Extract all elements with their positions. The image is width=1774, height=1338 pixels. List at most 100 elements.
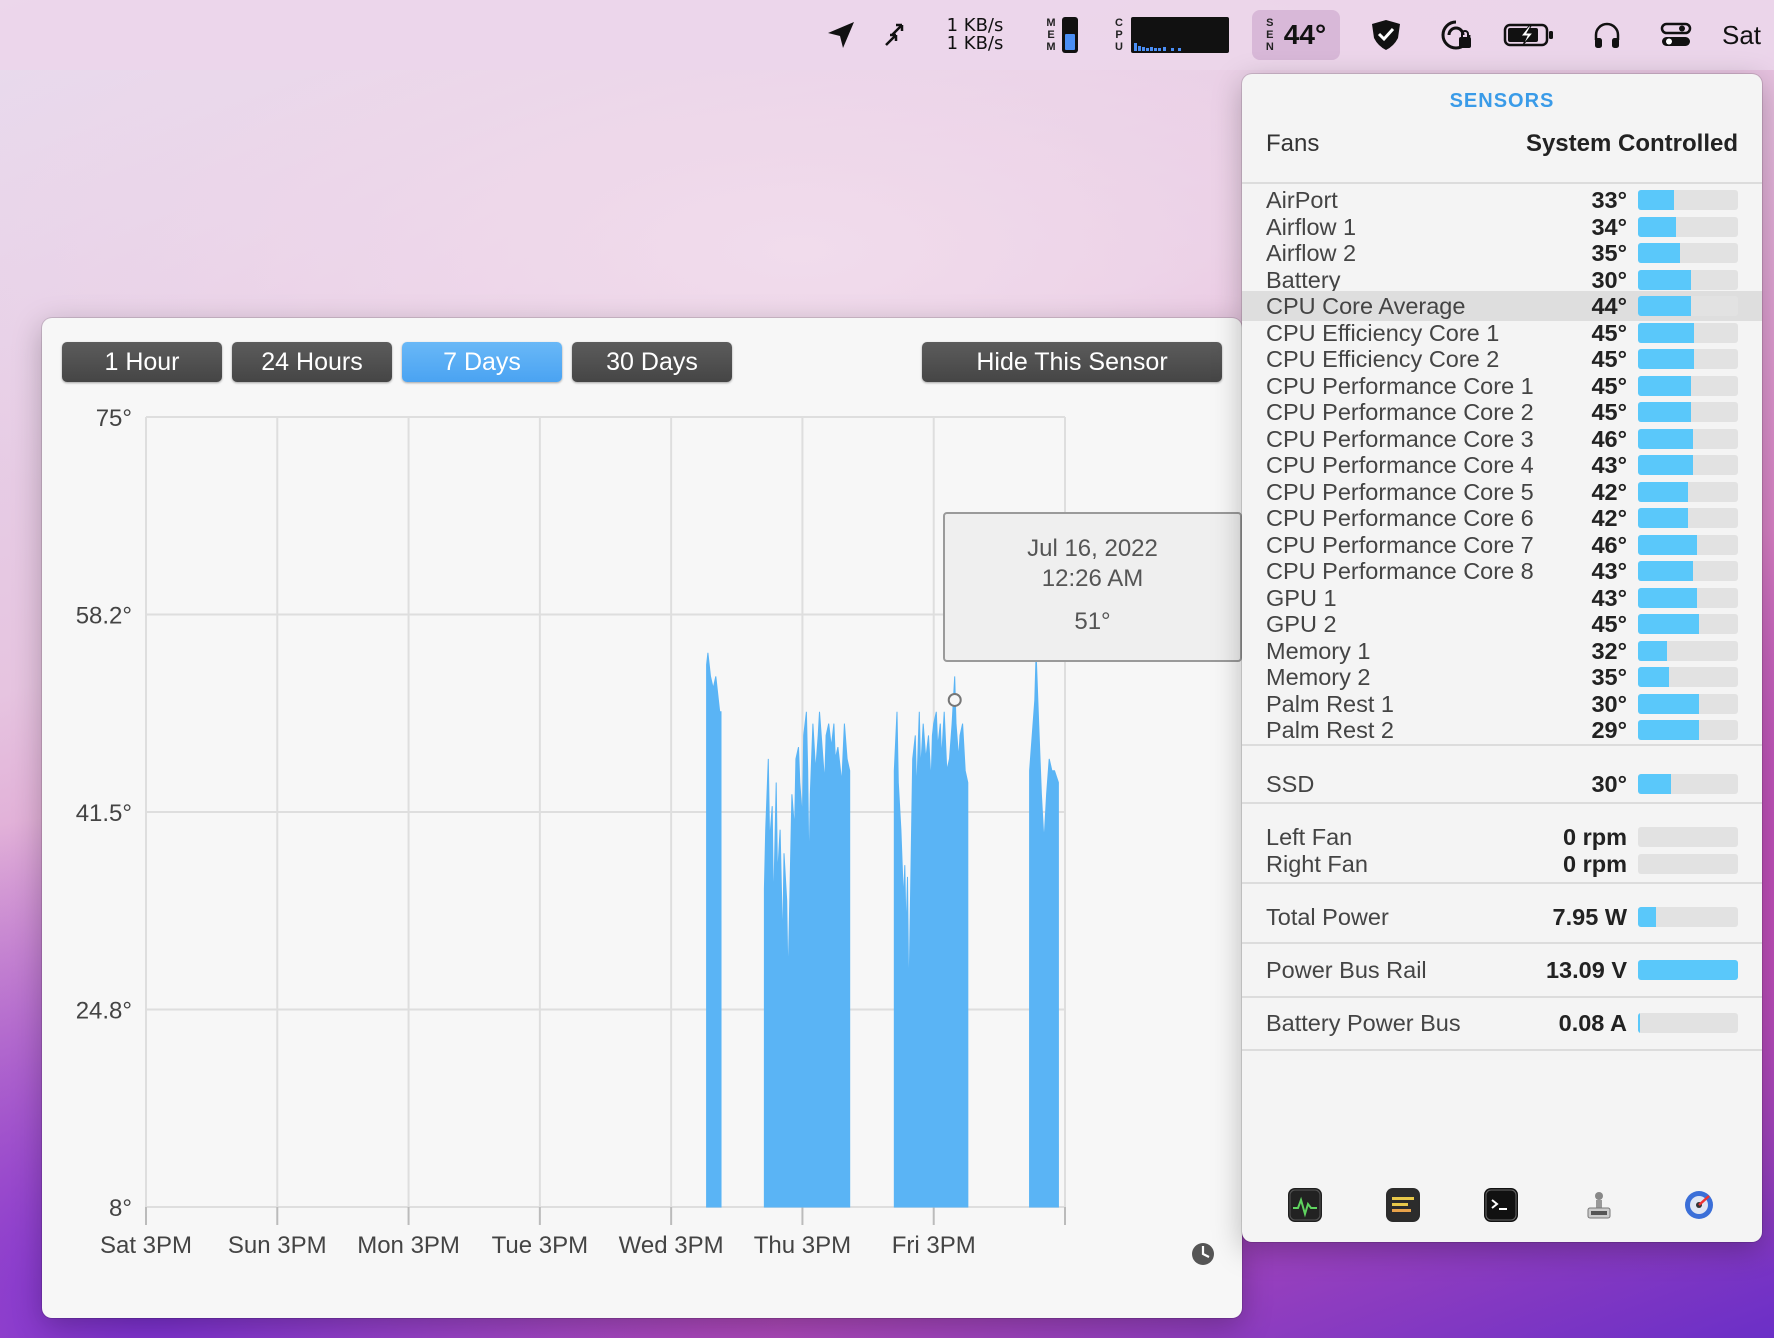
sensor-row[interactable]: CPU Performance Core 7 46° [1242,530,1762,560]
temperature-area-segment [1029,652,1059,1208]
ssd-row[interactable]: SSD 30° [1242,769,1762,799]
cpu-label: CPU [1115,17,1123,53]
headphones-icon[interactable] [1588,0,1626,70]
power-bus-rail-row[interactable]: Power Bus Rail 13.09 V [1242,955,1762,985]
sensor-value: 45° [1591,319,1627,346]
sensor-name: CPU Performance Core 1 [1266,372,1534,399]
sensor-level-bar [1638,481,1738,502]
fan-row[interactable]: Left Fan 0 rpm [1242,822,1762,852]
disk-utility-icon[interactable] [1682,1188,1716,1222]
temperature-chart[interactable]: 75° 58.2° 41.5° 24.8° 8° Sat 3PM Sun 3PM Mon 3P… [42,318,1242,1278]
sensor-temp: 44° [1283,19,1327,50]
sensor-value: 30° [1591,690,1627,717]
sensor-name: CPU Performance Core 6 [1266,505,1534,531]
sensor-row[interactable]: Memory 2 35° [1242,662,1762,692]
shield-check-icon[interactable] [1366,0,1406,70]
sensor-row[interactable]: Battery 30° [1242,265,1762,295]
sensor-level-bar [1638,561,1738,581]
sensor-row[interactable]: CPU Efficiency Core 1 45° [1242,318,1762,348]
sensor-value: 43° [1591,584,1627,611]
sensor-name: GPU 1 [1266,584,1337,611]
sensor-row[interactable]: Airflow 1 34° [1242,212,1762,242]
sync-arrows-icon[interactable] [876,0,912,70]
cpu-indicator[interactable]: CPU [1110,0,1234,70]
sensor-row[interactable]: CPU Performance Core 8 43° [1242,556,1762,586]
console-icon[interactable] [1386,1188,1420,1222]
memory-indicator[interactable]: MEM [1040,0,1084,70]
sensor-row[interactable]: GPU 2 45° [1242,609,1762,639]
sensor-level-bar [1638,216,1738,237]
sensor-name: CPU Efficiency Core 1 [1266,319,1500,346]
sensor-row[interactable]: CPU Performance Core 2 45° [1242,397,1762,427]
x-tick-label: Mon 3PM [357,1232,460,1259]
sensor-value: 43° [1591,558,1627,584]
battery-power-bus-row[interactable]: Battery Power Bus 0.08 A [1242,1008,1762,1038]
fans-mode: System Controlled [1525,130,1738,157]
sensor-value: 42° [1591,505,1627,531]
sensor-level-bar [1638,720,1738,740]
sensor-name: Memory 1 [1266,637,1371,664]
sensor-name: Power Bus Rail [1266,957,1427,983]
sensor-name: AirPort [1266,187,1338,213]
sensor-row[interactable]: AirPort 33° [1242,185,1762,215]
sensor-value: 33° [1591,187,1627,213]
clock-icon[interactable] [1192,1243,1214,1265]
lock-sync-icon[interactable] [1436,0,1476,70]
sensor-name: Battery [1266,266,1341,293]
sensors-menu-button[interactable]: SEN 44° [1244,0,1348,70]
system-information-icon[interactable] [1582,1188,1616,1222]
sensor-value: 45° [1591,611,1627,637]
sensor-row[interactable]: GPU 1 43° [1242,583,1762,613]
x-tick-label: Fri 3PM [892,1232,976,1259]
terminal-icon[interactable] [1484,1188,1518,1222]
sensor-name: Memory 2 [1266,664,1371,690]
fans-mode-row[interactable]: Fans System Controlled [1266,130,1738,158]
network-speed[interactable]: 1 KB/s 1 KB/s [940,0,1010,70]
sensor-row[interactable]: Airflow 2 35° [1242,238,1762,268]
sensor-level-bar [1638,269,1738,290]
location-arrow-icon[interactable] [820,0,862,70]
sensor-level-bar [1638,349,1738,369]
sensor-value: 34° [1591,213,1627,240]
y-tick-label: 75° [96,405,132,432]
total-power-row[interactable]: Total Power 7.95 W [1242,902,1762,932]
menu-clock[interactable]: Sat [1722,0,1774,70]
sensor-level-bar [1638,455,1738,475]
sensor-value: 44° [1591,293,1627,319]
sensor-name: CPU Performance Core 5 [1266,478,1534,505]
sensor-row[interactable]: CPU Performance Core 3 46° [1242,424,1762,454]
battery-charging-icon[interactable] [1500,0,1558,70]
sensor-row[interactable]: CPU Efficiency Core 2 45° [1242,344,1762,374]
x-tick-label: Tue 3PM [492,1232,588,1259]
sensor-row[interactable]: Palm Rest 2 29° [1242,715,1762,745]
divider [1242,1049,1762,1051]
sensor-name: CPU Performance Core 8 [1266,558,1534,584]
fan-row[interactable]: Right Fan 0 rpm [1242,849,1762,879]
sensor-row[interactable]: Palm Rest 1 30° [1242,689,1762,719]
sensor-name: CPU Performance Core 7 [1266,531,1534,558]
y-tick-label: 24.8° [76,998,132,1025]
sensor-row[interactable]: Memory 1 32° [1242,636,1762,666]
control-center-icon[interactable] [1656,0,1696,70]
activity-monitor-icon[interactable] [1288,1188,1322,1222]
sensor-level-bar [1638,854,1738,874]
sensor-row[interactable]: CPU Performance Core 1 45° [1242,371,1762,401]
sensor-row[interactable]: CPU Performance Core 4 43° [1242,450,1762,480]
sensor-value: 35° [1591,240,1627,266]
sensor-row[interactable]: CPU Performance Core 6 42° [1242,503,1762,533]
sensor-name: CPU Performance Core 2 [1266,399,1534,425]
sensor-value: 7.95 W [1552,904,1627,930]
sensor-level-bar [1638,534,1738,555]
sensor-value: 29° [1591,717,1627,743]
divider [1242,802,1762,804]
sensor-value: 30° [1591,771,1627,797]
sensor-name: CPU Performance Core 3 [1266,425,1534,452]
divider [1242,882,1762,884]
divider [1242,744,1762,746]
memory-bar [1061,17,1078,53]
sensor-level-bar [1638,907,1738,927]
sensor-row[interactable]: CPU Core Average 44° [1242,291,1762,321]
sensor-row[interactable]: CPU Performance Core 5 42° [1242,477,1762,507]
temperature-area-segment [706,652,722,1208]
y-tick-label: 41.5° [76,800,132,827]
